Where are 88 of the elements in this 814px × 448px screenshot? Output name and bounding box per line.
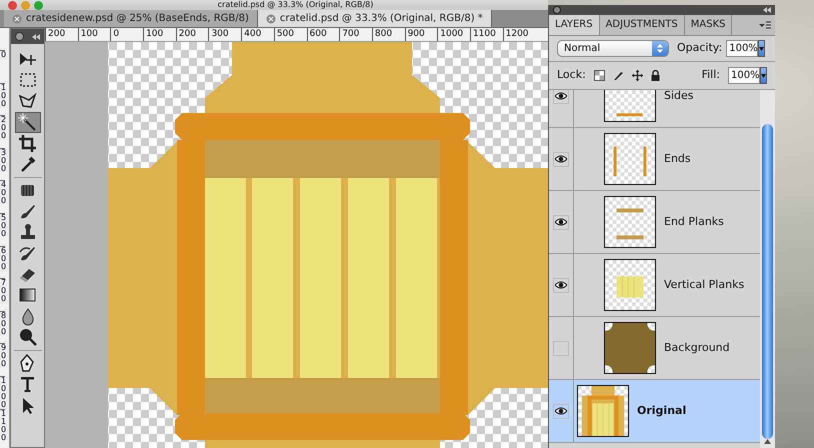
layer-row[interactable]: Original [549,380,760,443]
ruler-label: 200 [0,115,6,148]
move-arrows-icon [632,70,643,81]
magic-wand-icon [17,112,38,133]
ruler-label: 1100 [0,408,6,442]
ruler-label: 900 [0,343,6,376]
ruler-label: 400 [0,180,6,213]
ruler-label: 1000 [440,29,464,39]
ruler-label: 1200 [506,29,529,39]
layer-row[interactable]: Vertical Planks [549,254,760,317]
close-icon [266,14,276,24]
tool-button[interactable] [14,112,40,133]
layer-name: Background [664,340,730,356]
dodge-icon [17,327,38,348]
close-icon [12,14,22,24]
panel-tab[interactable]: ADJUSTMENTS [600,15,685,35]
layer-name: Original [637,402,686,419]
eye-icon [555,281,567,289]
ruler-label: 100 [0,82,6,116]
ruler-label: 100 [80,29,98,39]
layer-name: Sides [664,90,694,104]
eye-icon [555,407,567,415]
brush-icon [612,70,624,81]
caret-icon [759,46,764,50]
layer-name: End Planks [664,214,724,230]
layer-name: Ends [664,150,691,167]
visibility-toggle[interactable] [553,278,569,292]
eye-icon [555,218,567,226]
ruler-label: 1100 [472,29,496,39]
layer-name: Vertical Planks [664,276,744,293]
ruler-label: 300 [0,148,6,180]
ruler-label: 300 [211,29,229,39]
ruler-label: 700 [0,278,6,311]
layer-thumbnail [604,196,656,248]
dropdown-button[interactable] [758,40,766,57]
checkerboard-icon [594,70,605,81]
field-label: Opacity: [677,40,722,56]
panel-tab[interactable]: LAYERS [549,15,600,35]
ruler-label: 900 [408,29,425,39]
eye-icon [555,92,567,100]
layer-thumbnail [604,133,656,185]
ruler-label: 200 [178,29,196,39]
ruler-label: 600 [0,246,6,278]
field-label: Fill: [702,67,720,84]
ruler-label: 500 [0,212,6,246]
layer-row[interactable]: End Planks [549,191,760,254]
layer-row[interactable]: Sides [549,90,760,128]
collapse-icon [763,7,771,13]
lock-icon [650,70,660,81]
eye-icon [555,155,567,163]
field-label: Lock: [557,67,586,84]
collapse-icon [32,34,40,40]
panel-close-icon [553,6,561,14]
blend-mode-select[interactable]: Normal [557,40,669,57]
ruler-label: 600 [310,29,327,39]
ruler-label: 0 [0,50,6,83]
crop-tool-icon [17,133,38,154]
document-tab[interactable]: cratesidenew.psd @ 25% (BaseEnds, RGB/8) [4,10,258,27]
ruler-label: 0 [113,29,120,39]
ruler-label: 700 [342,29,360,39]
dropdown-button[interactable] [760,67,767,84]
caret-icon [761,74,766,78]
document-tab[interactable]: cratelid.psd @ 33.3% (Original, RGB/8) * [258,10,492,27]
panel-close-icon [15,32,24,41]
ruler-label: 100 [146,29,164,39]
layer-thumbnail [604,259,656,311]
layer-thumbnail [577,385,629,437]
layer-row[interactable]: Ends [549,128,760,191]
ruler-label: 400 [244,29,262,39]
opacity-field[interactable]: 100% [726,40,758,57]
visibility-toggle[interactable] [553,214,569,230]
visibility-toggle[interactable] [553,152,569,166]
layer-thumbnail [604,322,656,374]
visibility-toggle[interactable] [553,90,569,104]
layer-row[interactable]: Background [549,317,760,380]
fill-field[interactable]: 100% [728,67,760,84]
ruler-label: 800 [0,310,6,344]
visibility-toggle[interactable] [553,404,569,418]
ruler-label: 800 [374,29,392,39]
panel-tab[interactable]: MASKS [684,15,732,35]
scrollbar[interactable] [760,90,775,448]
stepper-arrows-icon [657,44,663,53]
ruler-label: 200 [48,29,66,39]
window-title: cratelid.psd @ 33.3% (Original, RGB/8) [216,0,374,10]
visibility-toggle[interactable] [553,340,569,356]
panel-menu-icon [759,21,771,29]
ruler-label: 1000 [0,376,6,409]
ruler-label: 500 [276,29,294,39]
